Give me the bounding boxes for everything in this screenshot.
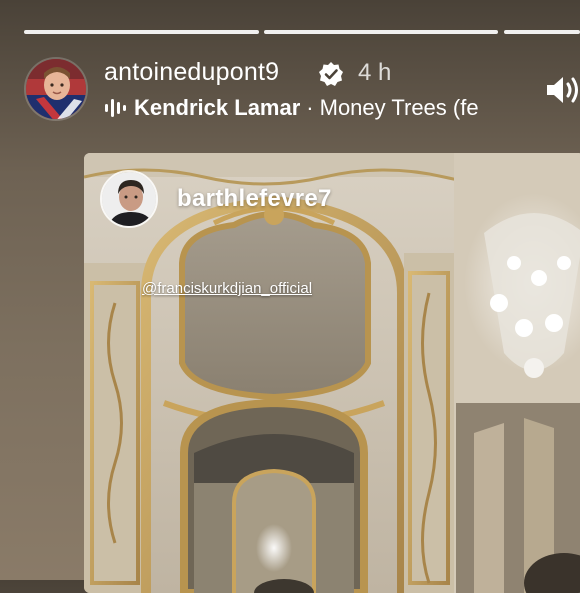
progress-segment-1 [24,30,259,34]
music-sticker[interactable]: Kendrick Lamar · Money Trees (fe [104,94,514,126]
music-separator: · [306,95,314,121]
music-waveform-icon [105,99,126,118]
story-username[interactable]: antoinedupont9 [104,58,279,87]
mention-tag[interactable]: @franciskurkdjian_official [142,280,312,297]
reshared-username[interactable]: barthlefevre7 [177,185,332,213]
music-artist: Kendrick Lamar [134,95,301,121]
progress-segment-2 [264,30,498,34]
music-song-title: Money Trees (fe [319,95,479,121]
story-progress-bars [24,30,580,34]
reshared-avatar[interactable] [100,170,158,228]
reshared-story-media[interactable]: barthlefevre7 @franciskurkdjian_official [84,153,580,593]
speaker-icon[interactable] [545,73,580,107]
profile-avatar[interactable] [24,57,88,121]
ballroom-photo [84,153,580,593]
story-timestamp: 4 h [358,59,392,86]
verified-badge-icon [319,62,343,86]
progress-segment-3 [504,30,580,34]
